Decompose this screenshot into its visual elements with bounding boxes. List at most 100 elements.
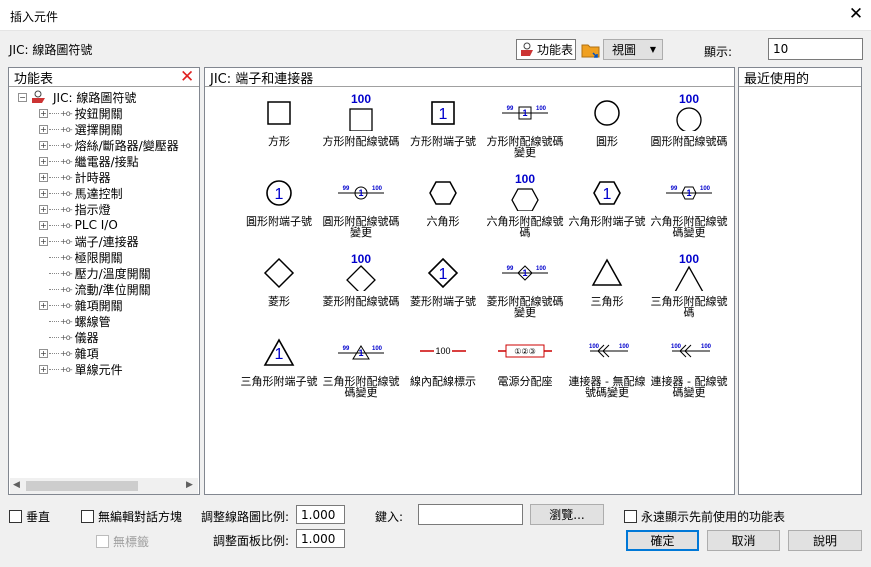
symbol-tile[interactable]: 100 100 連接器 - 配線號碼變更 — [648, 333, 730, 398]
svg-text:99: 99 — [507, 266, 514, 272]
symbol-tile[interactable]: 100 方形附配線號碼 — [320, 92, 402, 147]
expand-icon[interactable]: + — [39, 108, 48, 118]
symbol-label: 電源分配座 — [497, 375, 553, 388]
symbol-tile[interactable]: 1 99 100 六角形附配線號碼變更 — [648, 173, 730, 238]
symbol-tile[interactable]: 1 99 100 三角形附配線號碼變更 — [320, 333, 402, 398]
display-label: 顯示: — [704, 45, 733, 59]
tree-item[interactable]: + +o- 熔絲/斷路器/變壓器 — [39, 137, 179, 153]
symbol-tile[interactable]: 1 方形附端子號 — [402, 93, 484, 147]
close-icon[interactable]: ✕ — [846, 4, 866, 24]
scroll-left-icon[interactable]: ◀ — [13, 480, 20, 490]
tree-item-label: 流動/準位開關 — [74, 282, 151, 297]
symbol-tile[interactable]: ①②③ 電源分配座 — [484, 333, 566, 387]
view-button[interactable]: 視圖 ▼ — [603, 39, 663, 60]
help-button[interactable]: 說明 — [788, 530, 862, 551]
symbol-tile[interactable]: 六角形 — [402, 173, 484, 227]
diamond-icon — [238, 253, 320, 294]
folder-icon[interactable] — [580, 40, 602, 60]
tree-item[interactable]: +o- 儀器 — [39, 329, 99, 345]
tree-item[interactable]: + +o- 選擇開關 — [39, 121, 123, 137]
tree-item[interactable]: + +o- 指示燈 — [39, 201, 111, 217]
symbol-label: 連接器 - 配線號碼變更 — [650, 375, 728, 399]
tree-item[interactable]: + +o- 馬達控制 — [39, 185, 123, 201]
panel-scale-input[interactable]: 1.000 — [296, 529, 345, 548]
recent-panel: 最近使用的 — [738, 67, 862, 495]
ok-button[interactable]: 確定 — [626, 530, 699, 551]
tree-item[interactable]: + +o- 雜項 — [39, 345, 99, 361]
symbol-tile[interactable]: 方形 — [238, 93, 320, 147]
menu-button[interactable]: 功能表 — [516, 39, 576, 60]
tree-item[interactable]: +o- 流動/準位開關 — [39, 281, 151, 297]
symbol-tile[interactable]: 1 圓形附端子號 — [238, 173, 320, 227]
expand-icon[interactable]: + — [39, 156, 48, 166]
tree-root[interactable]: − JIC: 線路圖符號 — [18, 89, 136, 105]
cancel-button[interactable]: 取消 — [707, 530, 780, 551]
symbol-tile[interactable]: 100 六角形附配線號碼 — [484, 172, 566, 238]
tree-item[interactable]: + +o- 計時器 — [39, 169, 111, 185]
symbol-label: 菱形附端子號 — [410, 295, 476, 308]
expand-icon[interactable]: + — [39, 172, 48, 182]
expand-icon[interactable]: + — [39, 204, 48, 214]
svg-text:100: 100 — [701, 344, 712, 350]
symbol-tile[interactable]: 100 線內配線標示 — [402, 333, 484, 387]
tree-item[interactable]: +o- 壓力/溫度開關 — [39, 265, 151, 281]
diamond-wire-number-icon: 100 — [320, 252, 402, 295]
horizontal-scrollbar[interactable]: ◀ ▶ — [10, 478, 198, 494]
svg-text:100: 100 — [515, 173, 535, 186]
tree-leaf-icon: +o- — [60, 108, 73, 118]
tree-item[interactable]: + +o- 雜項開關 — [39, 297, 123, 313]
expand-icon[interactable]: + — [39, 300, 48, 310]
expand-icon[interactable]: + — [39, 236, 48, 246]
symbol-tile[interactable]: 1 99 100 圓形附配線號碼變更 — [320, 173, 402, 238]
no-edit-dialog-checkbox[interactable]: 無編輯對話方塊 — [81, 508, 182, 525]
scrollbar-thumb[interactable] — [26, 481, 138, 491]
tree-item-label: 計時器 — [74, 170, 111, 185]
expand-icon[interactable]: + — [39, 124, 48, 134]
symbol-tile[interactable]: 1 菱形附端子號 — [402, 253, 484, 307]
svg-text:1: 1 — [603, 186, 612, 203]
hexagon-wire-number-change-icon: 1 99 100 — [648, 173, 730, 214]
symbol-tile[interactable]: 1 99 100 方形附配線號碼變更 — [484, 93, 566, 158]
vertical-check[interactable] — [9, 510, 22, 523]
tree-item[interactable]: +o- 極限開關 — [39, 249, 123, 265]
tree-item[interactable]: + +o- 單線元件 — [39, 361, 123, 377]
symbol-tile[interactable]: 菱形 — [238, 253, 320, 307]
expand-icon[interactable]: + — [39, 348, 48, 358]
tree-item[interactable]: + +o- 繼電器/接點 — [39, 153, 139, 169]
type-input[interactable] — [418, 504, 523, 525]
symbol-label: 三角形附配線號碼變更 — [322, 375, 400, 399]
no-edit-dialog-check[interactable] — [81, 510, 94, 523]
schematic-scale-input[interactable]: 1.000 — [296, 505, 345, 524]
symbol-tile[interactable]: 100 100 連接器 - 無配線號碼變更 — [566, 333, 648, 398]
symbol-tile[interactable]: 1 三角形附端子號 — [238, 333, 320, 387]
tree-item[interactable]: + +o- PLC I/O — [39, 217, 118, 233]
vertical-checkbox[interactable]: 垂直 — [9, 508, 50, 525]
scroll-right-icon[interactable]: ▶ — [186, 480, 193, 490]
svg-text:①②③: ①②③ — [514, 347, 536, 356]
symbol-tile[interactable]: 圓形 — [566, 93, 648, 147]
symbol-tile[interactable]: 1 99 100 菱形附配線號碼變更 — [484, 253, 566, 318]
expand-icon[interactable]: + — [39, 364, 48, 374]
symbol-tile[interactable]: 100 菱形附配線號碼 — [320, 252, 402, 307]
symbol-label: 連接器 - 無配線號碼變更 — [568, 375, 646, 399]
tree-leaf-icon: +o- — [60, 188, 73, 198]
symbol-tile[interactable]: 100 圓形附配線號碼 — [648, 92, 730, 147]
browse-button[interactable]: 瀏覽... — [530, 504, 604, 525]
svg-text:1: 1 — [358, 188, 363, 198]
expand-icon[interactable]: + — [39, 140, 48, 150]
symbol-tile[interactable]: 1 六角形附端子號 — [566, 173, 648, 227]
always-show-checkbox[interactable]: 永遠顯示先前使用的功能表 — [624, 508, 785, 525]
collapse-icon[interactable]: − — [18, 92, 27, 102]
expand-icon[interactable]: + — [39, 220, 48, 230]
tree-item[interactable]: +o- 螺線管 — [39, 313, 111, 329]
symbol-tile[interactable]: 100 三角形附配線號碼 — [648, 252, 730, 318]
close-icon[interactable]: ✕ — [180, 69, 194, 86]
tree-item-label: 選擇開關 — [74, 122, 123, 137]
always-show-check[interactable] — [624, 510, 637, 523]
tree-item-label: 雜項 — [74, 346, 99, 361]
expand-icon[interactable]: + — [39, 188, 48, 198]
symbol-tile[interactable]: 三角形 — [566, 253, 648, 307]
tree-item[interactable]: + +o- 按鈕開關 — [39, 105, 123, 121]
display-count-input[interactable]: 10 — [768, 38, 863, 60]
tree-item[interactable]: + +o- 端子/連接器 — [39, 233, 139, 249]
